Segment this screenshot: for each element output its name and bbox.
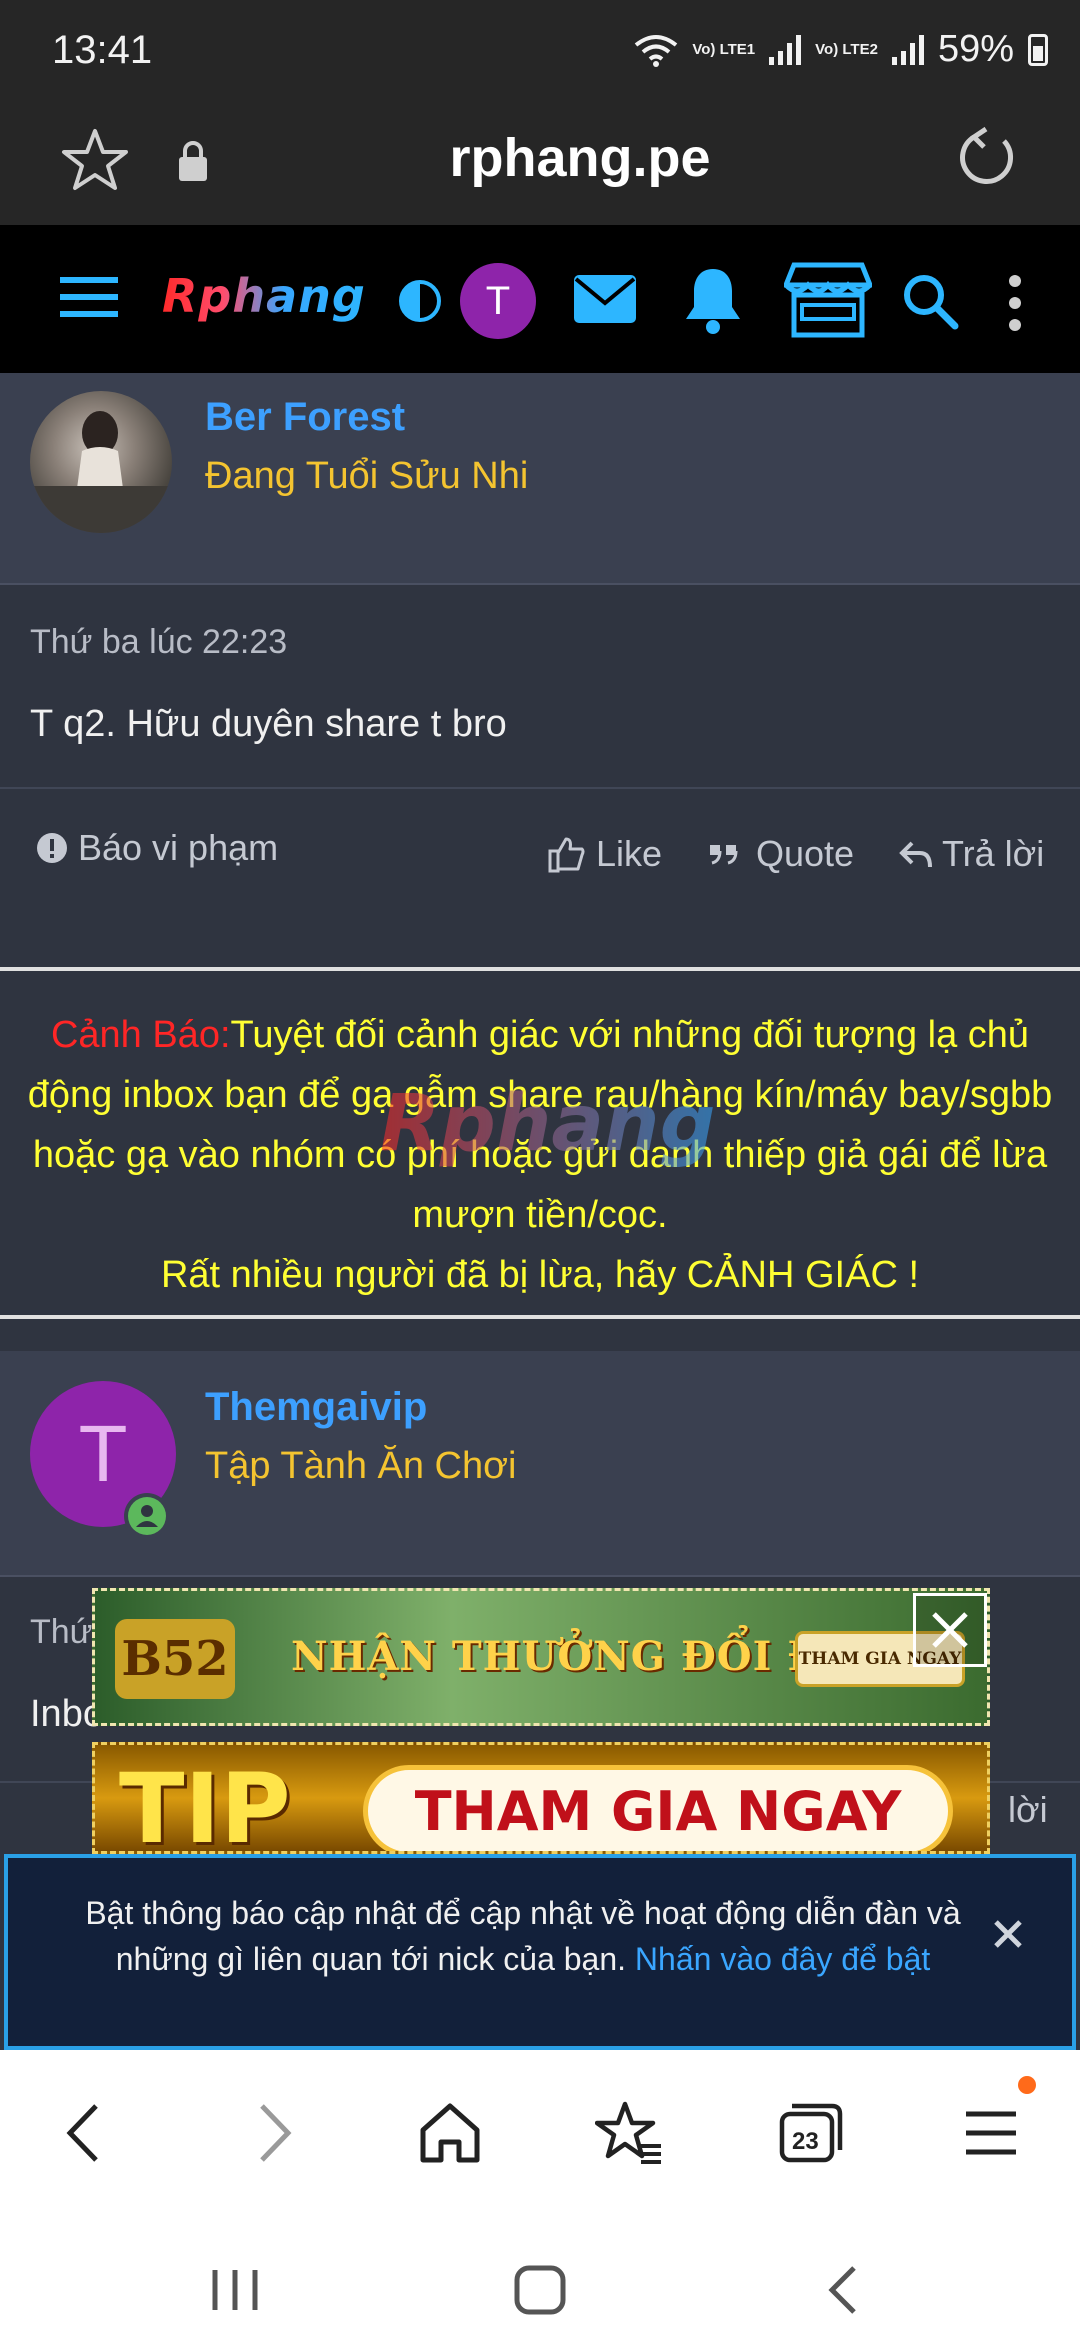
reply-label: Trả lời [942, 833, 1045, 874]
reply-button[interactable]: Trả lời [898, 833, 1044, 875]
post-2-reply-button[interactable]: lời [1008, 1789, 1048, 1831]
avatar-photo [30, 411, 172, 533]
recent-apps-icon[interactable] [200, 2262, 270, 2318]
report-button[interactable]: Báo vi phạm [36, 827, 278, 869]
report-label: Báo vi phạm [78, 827, 279, 868]
battery-percent: 59% [937, 28, 1014, 70]
ad-banner-b52[interactable]: B52 NHẬN THƯỞNG ĐỔI ĐỜI THAM GIA NGAY [92, 1588, 990, 1726]
post-2-reply-label: lời [1008, 1789, 1048, 1830]
lte1-label: Vo) LTE1 [692, 40, 756, 58]
signal-1-icon [769, 34, 802, 65]
user-avatar[interactable]: T [460, 263, 536, 339]
store-icon[interactable] [784, 261, 872, 339]
lte2-label: Vo) LTE2 [815, 40, 878, 58]
browser-url-bar: rphang.pe [0, 105, 1080, 225]
warning-label: Cảnh Báo: [50, 1014, 231, 1056]
ad-b52-logo: B52 [115, 1619, 235, 1699]
forum-logo[interactable]: Rphang [162, 269, 366, 323]
status-icons: Vo) LTE1 Vo) LTE2 59% [634, 28, 1048, 71]
quote-button[interactable]: Quote [706, 833, 854, 875]
post-1-user-row: Ber Forest Đang Tuổi Sửu Nhi [0, 373, 1080, 585]
back-icon[interactable] [52, 2098, 122, 2168]
battery-icon [1028, 33, 1048, 66]
forum-header: Rphang T [0, 225, 1080, 373]
ad-tip-logo: TIP [119, 1753, 291, 1854]
status-time: 13:41 [52, 28, 153, 72]
home-button-icon[interactable] [505, 2262, 575, 2318]
reload-icon[interactable] [952, 123, 1022, 193]
scam-warning-banner: Cảnh Báo:Tuyệt đối cảnh giác với những đ… [0, 967, 1080, 1319]
push-notification-banner: Bật thông báo cập nhật để cập nhật về ho… [4, 1854, 1076, 2050]
warning-line-2: Rất nhiều người đã bị lừa, hãy CẢNH GIÁC… [160, 1254, 919, 1296]
enable-notifications-link[interactable]: Nhấn vào đây để bật [635, 1941, 930, 1977]
post-2-user-row: T Themgaivip Tập Tành Ăn Chơi [0, 1351, 1080, 1577]
quote-icon [710, 845, 738, 865]
more-options-icon[interactable] [1006, 273, 1024, 333]
menu-icon[interactable] [956, 2098, 1026, 2168]
post-2-user-title: Tập Tành Ăn Chơi [205, 1445, 517, 1487]
thumbs-up-icon [548, 837, 585, 873]
signal-2-icon [891, 34, 924, 65]
online-status-icon [124, 1493, 170, 1539]
post-1-user-title: Đang Tuổi Sửu Nhi [205, 455, 529, 497]
post-1-actions: Báo vi phạm Like Quote Trả lời [0, 787, 1080, 937]
url-domain[interactable]: rphang.pe [0, 127, 1080, 189]
wifi-icon [635, 34, 678, 67]
post-2-date[interactable]: Thứ [30, 1613, 92, 1652]
mail-icon[interactable] [572, 271, 638, 327]
status-bar: 13:41 Vo) LTE1 Vo) LTE2 59% [0, 0, 1080, 105]
like-label: Like [596, 833, 663, 874]
bookmarks-icon[interactable] [595, 2098, 665, 2168]
like-button[interactable]: Like [548, 833, 662, 875]
post-2-avatar-letter: T [78, 1409, 128, 1498]
ad-tip-join-button[interactable]: THAM GIA NGAY [363, 1765, 953, 1851]
theme-contrast-icon[interactable] [398, 279, 442, 323]
search-icon[interactable] [900, 271, 960, 331]
back-button-icon[interactable] [810, 2262, 880, 2318]
reply-arrow-icon [899, 841, 932, 868]
notification-message: Bật thông báo cập nhật để cập nhật về ho… [58, 1890, 988, 1982]
android-navigation-bar [0, 2240, 1080, 2340]
post-2-username[interactable]: Themgaivip [205, 1385, 427, 1430]
forward-icon[interactable] [236, 2098, 306, 2168]
close-icon [932, 1612, 968, 1648]
ad-b52-text: NHẬN THƯỞNG ĐỔI ĐỜI [291, 1633, 879, 1680]
ad-close-button[interactable] [913, 1593, 987, 1667]
menu-notification-dot [1018, 2076, 1036, 2094]
tab-count: 23 [792, 2128, 819, 2155]
ad-banner-tip[interactable]: TIP THAM GIA NGAY [92, 1742, 990, 1854]
menu-hamburger-icon[interactable] [60, 275, 118, 319]
post-1-username[interactable]: Ber Forest [205, 395, 405, 440]
browser-bottom-toolbar: 23 [0, 2050, 1080, 2240]
post-1-message: T q2. Hữu duyên share t bro [30, 703, 507, 745]
notification-bell-icon[interactable] [682, 265, 744, 335]
post-1-avatar[interactable] [30, 391, 172, 533]
warning-circle-icon [37, 833, 67, 863]
post-1-date[interactable]: Thứ ba lúc 22:23 [30, 623, 287, 662]
post-1: Ber Forest Đang Tuổi Sửu Nhi Thứ ba lúc … [0, 373, 1080, 953]
close-icon[interactable] [988, 1914, 1028, 1954]
quote-label: Quote [756, 833, 855, 874]
home-icon[interactable] [415, 2098, 485, 2168]
watermark-logo: Rphang [380, 1079, 716, 1169]
